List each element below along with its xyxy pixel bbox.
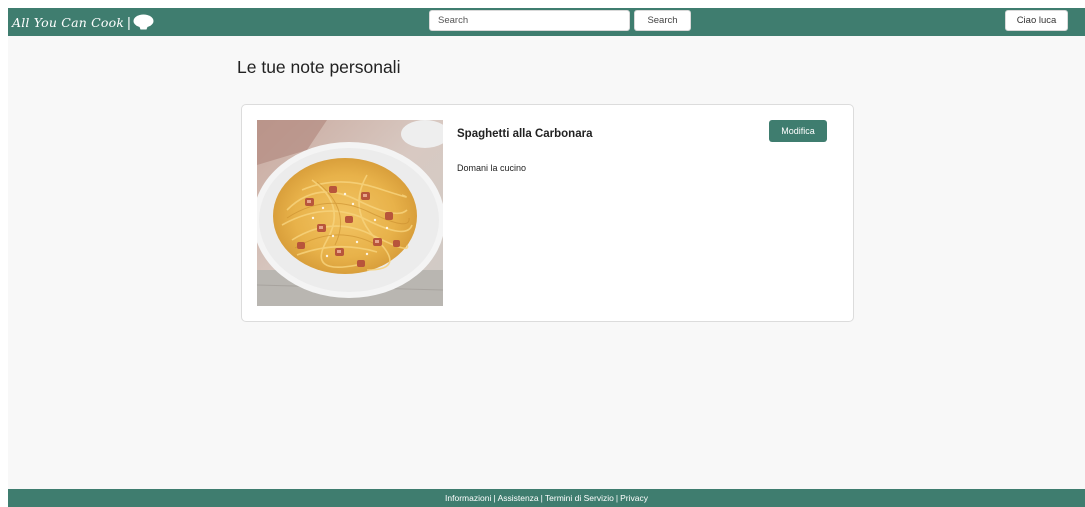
brand-name: All You Can Cook <box>12 14 125 30</box>
page-title: Le tue note personali <box>237 57 401 77</box>
footer: Informazioni | Assistenza | Termini di S… <box>8 489 1085 507</box>
note-title: Spaghetti alla Carbonara <box>457 128 593 140</box>
page: All You Can Cook | Search Ciao luca Le t… <box>8 8 1085 507</box>
footer-link-informazioni[interactable]: Informazioni <box>445 493 491 503</box>
brand-logo[interactable]: All You Can Cook | <box>12 13 154 31</box>
note-text: Domani la cucino <box>457 163 527 173</box>
footer-separator: | <box>615 493 619 503</box>
brand-separator: | <box>127 14 131 30</box>
note-card: Spaghetti alla Carbonara Domani la cucin… <box>241 104 854 322</box>
footer-link-privacy[interactable]: Privacy <box>620 493 648 503</box>
spaghetti-carbonara-photo <box>257 120 443 306</box>
footer-link-termini[interactable]: Termini di Servizio <box>545 493 614 503</box>
top-navbar: All You Can Cook | Search Ciao luca <box>8 8 1085 36</box>
footer-separator: | <box>493 493 496 503</box>
footer-link-assistenza[interactable]: Assistenza <box>498 493 539 503</box>
edit-note-button[interactable]: Modifica <box>769 120 827 142</box>
chef-hat-icon <box>133 14 154 30</box>
footer-separator: | <box>540 493 543 503</box>
user-menu-button[interactable]: Ciao luca <box>1005 10 1068 31</box>
search-button[interactable]: Search <box>634 10 691 31</box>
search-input[interactable] <box>429 10 630 31</box>
